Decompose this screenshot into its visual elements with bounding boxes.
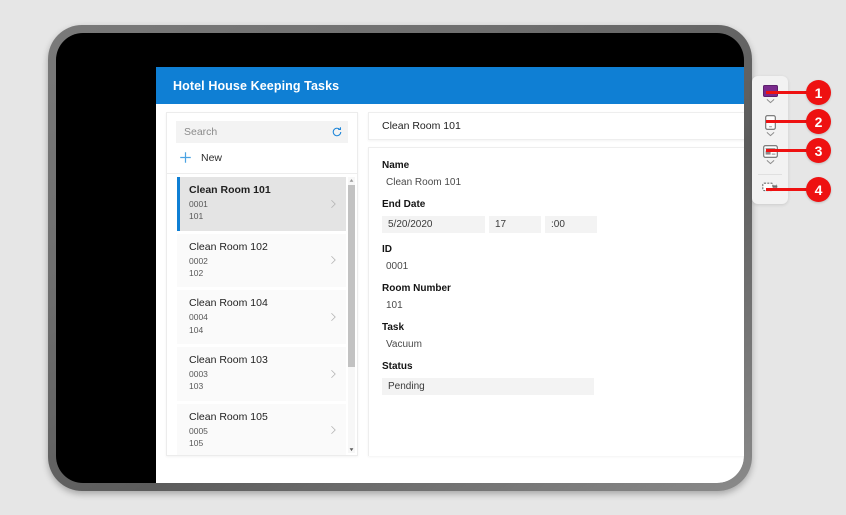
- plus-icon: [180, 152, 191, 163]
- search-input[interactable]: [184, 126, 340, 138]
- task-list: Clean Room 101 0001 101 Clean Room 102 0…: [167, 177, 357, 455]
- field-label: Task: [382, 322, 405, 333]
- app-header: Hotel House Keeping Tasks: [156, 67, 744, 104]
- tablet-screen: Hotel House Keeping Tasks Search New Cle…: [56, 33, 744, 483]
- detail-form: Name Clean Room 101 End Date 5/20/2020 1…: [368, 147, 744, 456]
- chevron-down-icon[interactable]: [766, 98, 775, 104]
- new-button-label: New: [201, 151, 223, 164]
- list-item-title: Clean Room 101: [189, 184, 271, 196]
- list-item-room: 103: [189, 381, 204, 392]
- list-scrollbar[interactable]: [348, 177, 355, 453]
- field-label: ID: [382, 244, 392, 255]
- field-status: Status Pending: [382, 361, 744, 395]
- list-item[interactable]: Clean Room 104 0004 104: [177, 290, 346, 344]
- page-title: Hotel House Keeping Tasks: [173, 78, 340, 93]
- list-scroll-wrap: Clean Room 101 0001 101 Clean Room 102 0…: [167, 174, 357, 455]
- list-scrollbar-thumb[interactable]: [348, 185, 355, 367]
- list-item-title: Clean Room 104: [189, 297, 268, 310]
- phone-icon[interactable]: [764, 115, 776, 130]
- list-item[interactable]: Clean Room 101 0001 101: [177, 177, 346, 231]
- callout-leader-line: [766, 149, 810, 152]
- field-task: Task Vacuum: [382, 322, 744, 350]
- field-label: Status: [382, 361, 413, 372]
- field-name: Name Clean Room 101: [382, 160, 744, 188]
- device-option-phone[interactable]: [752, 115, 788, 137]
- list-item-room: 105: [189, 437, 204, 448]
- field-label: End Date: [382, 199, 426, 210]
- field-value: 101: [386, 300, 403, 311]
- chevron-down-icon[interactable]: [766, 159, 775, 165]
- device-option-capture[interactable]: [752, 180, 788, 193]
- list-item-title: Clean Room 103: [189, 353, 268, 366]
- refresh-icon[interactable]: [331, 126, 343, 138]
- list-item-title: Clean Room 105: [189, 410, 268, 423]
- device-switcher-panel: [752, 76, 788, 204]
- field-label: Name: [382, 160, 410, 171]
- home-indicator: [365, 462, 435, 467]
- list-item-room: 104: [189, 324, 204, 335]
- end-date-minute-input[interactable]: :00: [545, 216, 597, 233]
- app-body: New Clean Room 101 0001 101: [156, 104, 744, 456]
- callout-badge-2: 2: [806, 109, 831, 134]
- camera-capture-icon[interactable]: [762, 180, 778, 193]
- app-viewport: Hotel House Keeping Tasks Search New Cle…: [156, 67, 744, 483]
- field-room-number: Room Number 101: [382, 283, 744, 311]
- chevron-right-icon: [331, 313, 336, 322]
- list-item-id: 0004: [189, 312, 208, 323]
- callout-leader-line: [766, 188, 810, 191]
- callout-badge-1: 1: [806, 80, 831, 105]
- field-value: Vacuum: [386, 339, 422, 350]
- status-input[interactable]: Pending: [382, 378, 594, 395]
- chevron-right-icon: [331, 256, 336, 265]
- end-date-inputs: 5/20/2020 17 :00: [382, 216, 744, 233]
- callout-badge-3: 3: [806, 138, 831, 163]
- callout-leader-line: [766, 120, 810, 123]
- scroll-down-arrow-icon[interactable]: [349, 447, 354, 452]
- switcher-divider: [758, 174, 782, 175]
- list-item-id: 0003: [189, 368, 208, 379]
- chevron-down-icon[interactable]: [766, 131, 775, 137]
- list-item-id: 0005: [189, 425, 208, 436]
- list-item-id: 0001: [189, 199, 208, 209]
- device-option-tablet[interactable]: [752, 145, 788, 165]
- callout-badge-4: 4: [806, 177, 831, 202]
- scroll-up-arrow-icon[interactable]: [349, 178, 354, 183]
- list-item[interactable]: Clean Room 103 0003 103: [177, 346, 346, 401]
- list-item[interactable]: Clean Room 105 0005 105: [177, 403, 346, 455]
- list-item[interactable]: Clean Room 102 0002 102: [177, 233, 346, 288]
- device-option-monitor[interactable]: [752, 85, 788, 104]
- list-item-title: Clean Room 102: [189, 240, 268, 253]
- end-date-hour-input[interactable]: 17: [489, 216, 541, 233]
- detail-header-title: Clean Room 101: [382, 120, 461, 132]
- new-button[interactable]: New: [167, 143, 357, 174]
- tablet-icon[interactable]: [762, 145, 778, 158]
- detail-header: Clean Room 101: [368, 112, 744, 140]
- search-box[interactable]: [176, 121, 348, 143]
- end-date-date-input[interactable]: 5/20/2020: [382, 216, 485, 233]
- detail-pane: Clean Room 101 Name Clean Room 101 End D…: [368, 112, 744, 456]
- chevron-right-icon: [331, 369, 336, 378]
- chevron-right-icon: [331, 426, 336, 435]
- field-value: Clean Room 101: [386, 177, 462, 188]
- field-end-date: End Date 5/20/2020 17 :00: [382, 199, 744, 233]
- callout-leader-line: [766, 91, 810, 94]
- search-row: [167, 113, 357, 143]
- list-pane: New Clean Room 101 0001 101: [166, 112, 358, 456]
- selection-accent-bar: [177, 177, 180, 231]
- field-id: ID 0001: [382, 244, 744, 272]
- list-item-id: 0002: [189, 255, 208, 266]
- list-item-room: 101: [189, 211, 204, 222]
- field-label: Room Number: [382, 283, 451, 294]
- list-item-room: 102: [189, 267, 204, 278]
- field-value: 0001: [386, 261, 409, 272]
- tablet-device-frame: Hotel House Keeping Tasks Search New Cle…: [48, 25, 752, 491]
- chevron-right-icon: [331, 199, 336, 208]
